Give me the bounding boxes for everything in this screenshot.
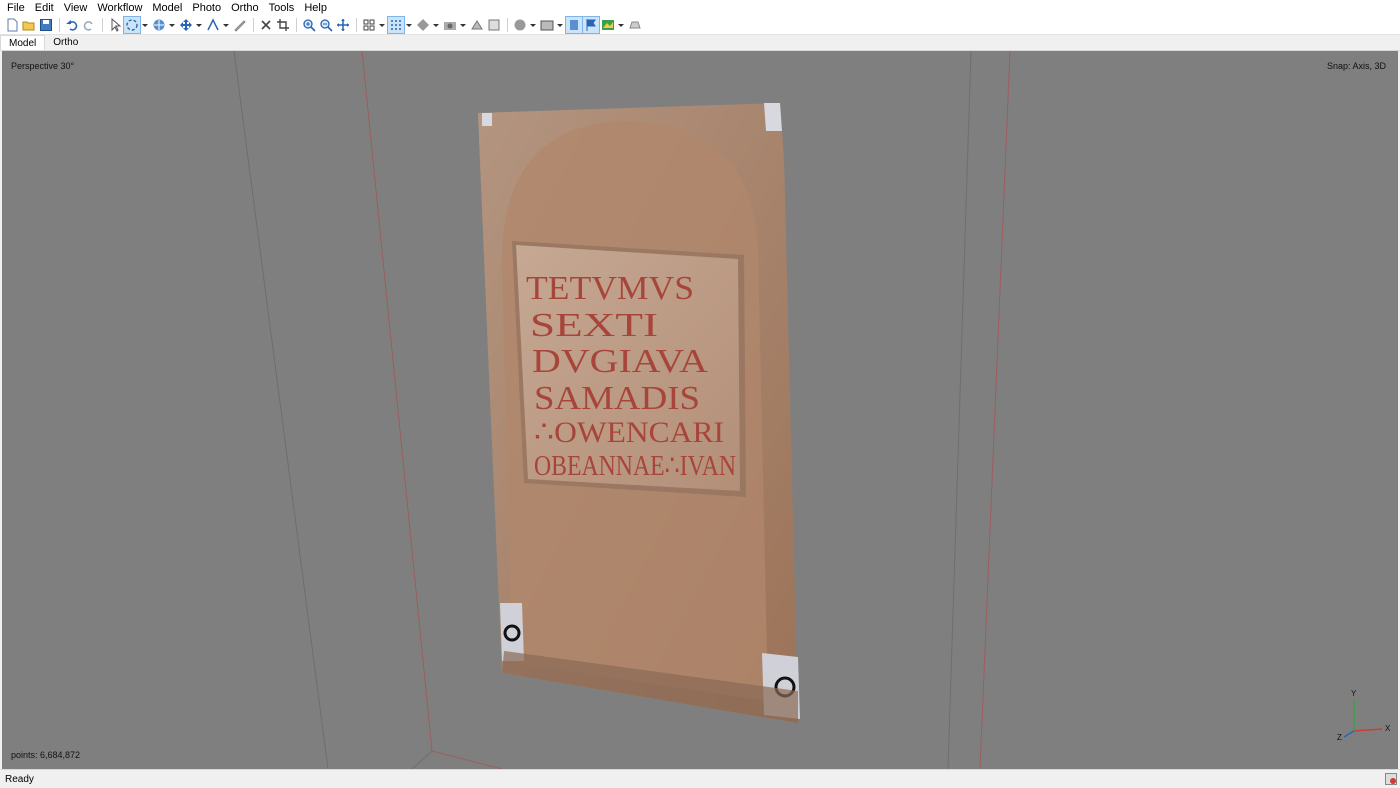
menu-view[interactable]: View [59, 0, 93, 16]
crop-icon[interactable] [275, 17, 291, 33]
open-icon[interactable] [21, 17, 37, 33]
axis-z-label: Z [1337, 733, 1342, 742]
toolbar-separator [356, 18, 357, 32]
zoom-in-icon[interactable] [301, 17, 317, 33]
toolbar-separator [296, 18, 297, 32]
shading-icon[interactable] [415, 17, 431, 33]
toolbar-separator [253, 18, 254, 32]
inscription-line: SAMADIS [534, 380, 700, 417]
move-object-dropdown[interactable] [195, 17, 202, 33]
zoom-out-icon[interactable] [318, 17, 334, 33]
rotate-select-icon[interactable] [123, 16, 141, 34]
menu-model[interactable]: Model [147, 0, 187, 16]
ruler-icon[interactable] [205, 17, 221, 33]
menu-photo[interactable]: Photo [187, 0, 226, 16]
grid-view-icon[interactable] [361, 17, 377, 33]
menu-tools[interactable]: Tools [264, 0, 300, 16]
move-object-icon[interactable] [178, 17, 194, 33]
save-icon[interactable] [38, 17, 54, 33]
dem-icon[interactable] [600, 17, 616, 33]
point-cloud-dropdown[interactable] [405, 17, 412, 33]
status-text: Ready [5, 773, 34, 785]
draw-icon[interactable] [232, 17, 248, 33]
markers-icon[interactable] [565, 16, 583, 34]
texture-icon[interactable] [469, 17, 485, 33]
menu-workflow[interactable]: Workflow [92, 0, 147, 16]
menu-file[interactable]: File [2, 0, 30, 16]
shapes-icon[interactable] [627, 17, 643, 33]
point-cloud-icon[interactable] [387, 16, 405, 34]
projection-label: Perspective 30° [11, 61, 75, 71]
sphere-icon[interactable] [512, 17, 528, 33]
scene-canvas: TETVMVS SEXTI DVGIAVA SAMADIS ∴OWENCARI … [233, 51, 1391, 769]
navigation-dropdown[interactable] [168, 17, 175, 33]
inscription-line: SEXTI [530, 307, 658, 344]
toolbar-separator [59, 18, 60, 32]
axis-gizmo: X Y Z [1337, 689, 1391, 742]
photo-dropdown[interactable] [556, 17, 563, 33]
toolbar-separator [102, 18, 103, 32]
axis-y-label: Y [1351, 689, 1357, 698]
sphere-dropdown[interactable] [529, 17, 536, 33]
pointer-icon[interactable] [107, 17, 123, 33]
menu-edit[interactable]: Edit [30, 0, 59, 16]
points-count: points: 6,684,872 [11, 750, 81, 760]
photo-icon[interactable] [539, 17, 555, 33]
toolbar-separator [507, 18, 508, 32]
grid-view-dropdown[interactable] [378, 17, 385, 33]
main-toolbar [0, 16, 1400, 35]
flag-icon[interactable] [582, 16, 600, 34]
ruler-dropdown[interactable] [222, 17, 229, 33]
shading-dropdown[interactable] [432, 17, 439, 33]
model-viewport[interactable]: TETVMVS SEXTI DVGIAVA SAMADIS ∴OWENCARI … [2, 51, 1398, 769]
redo-icon[interactable] [81, 17, 97, 33]
menu-ortho[interactable]: Ortho [226, 0, 264, 16]
menu-help[interactable]: Help [299, 0, 332, 16]
view-tabs: Model Ortho [0, 35, 1400, 51]
menu-bar: File Edit View Workflow Model Photo Orth… [0, 0, 1400, 16]
rotate-select-dropdown[interactable] [141, 17, 148, 33]
camera-dropdown[interactable] [459, 17, 466, 33]
tab-ortho[interactable]: Ortho [45, 35, 86, 50]
inscription-line: TETVMVS [526, 270, 694, 307]
delete-icon[interactable] [258, 17, 274, 33]
status-bar: Ready [0, 769, 1400, 788]
undo-icon[interactable] [64, 17, 80, 33]
dem-dropdown[interactable] [617, 17, 624, 33]
inscription-line: ∴OWENCARI [534, 416, 724, 449]
navigation-icon[interactable] [151, 17, 167, 33]
new-icon[interactable] [4, 17, 20, 33]
inscription-line: OBEANNAE∴IVAN [534, 450, 736, 482]
snap-label: Snap: Axis, 3D [1326, 61, 1386, 71]
axis-x-label: X [1385, 724, 1391, 733]
notification-icon[interactable] [1385, 773, 1397, 785]
mask-icon[interactable] [486, 17, 502, 33]
camera-icon[interactable] [442, 17, 458, 33]
inscription-line: DVGIAVA [532, 343, 709, 380]
tab-model[interactable]: Model [0, 35, 46, 50]
move-view-icon[interactable] [335, 17, 351, 33]
